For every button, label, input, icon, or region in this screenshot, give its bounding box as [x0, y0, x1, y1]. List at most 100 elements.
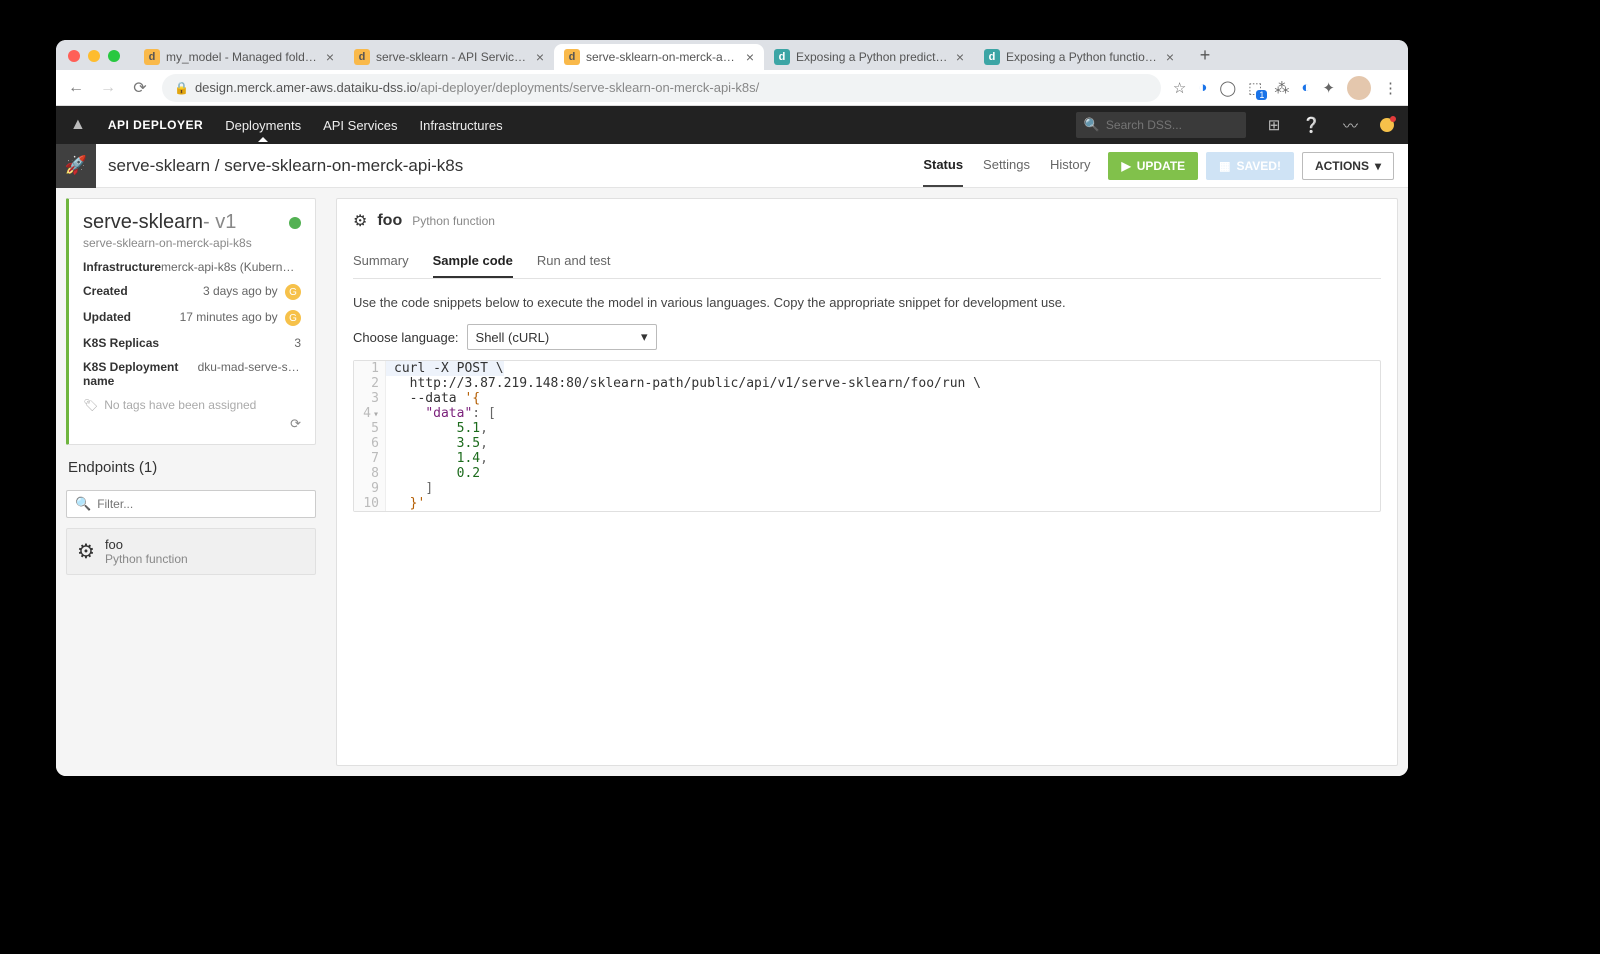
- saved-button: ▦SAVED!: [1206, 152, 1294, 180]
- line-number: 4▾: [354, 406, 386, 421]
- disk-icon: ▦: [1219, 159, 1230, 173]
- play-icon: ▶: [1121, 159, 1130, 173]
- meta-key: Created: [83, 284, 128, 300]
- reload-button[interactable]: ⟳: [130, 78, 150, 98]
- filter-input[interactable]: [97, 497, 307, 511]
- browser-menu-icon[interactable]: ⋮: [1383, 79, 1398, 97]
- notification-icon[interactable]: [1380, 118, 1394, 132]
- code-line[interactable]: 10 }': [354, 496, 1380, 511]
- page-tab-history[interactable]: History: [1050, 144, 1090, 187]
- help-icon[interactable]: ❔: [1302, 116, 1321, 134]
- favicon: d: [354, 49, 370, 65]
- tab-label: serve-sklearn-on-merck-api-k: [586, 50, 740, 64]
- line-content: "data": [: [386, 406, 496, 421]
- browser-tab[interactable]: dExposing a Python prediction m×: [764, 44, 974, 70]
- code-line[interactable]: 2 http://3.87.219.148:80/sklearn-path/pu…: [354, 376, 1380, 391]
- actions-menu[interactable]: ACTIONS▾: [1302, 152, 1394, 180]
- tab-sample-code[interactable]: Sample code: [433, 245, 513, 278]
- line-content: --data '{: [386, 391, 480, 406]
- code-line[interactable]: 1curl -X POST \: [354, 361, 1380, 376]
- extension-icon-3[interactable]: ⁂: [1274, 79, 1289, 97]
- code-line[interactable]: 4▾ "data": [: [354, 406, 1380, 421]
- logo-icon[interactable]: ▲: [70, 116, 86, 134]
- tab-run-and-test[interactable]: Run and test: [537, 245, 611, 278]
- meta-key: Infrastructure: [83, 260, 161, 274]
- code-line[interactable]: 8 0.2: [354, 466, 1380, 481]
- favicon: d: [144, 49, 160, 65]
- card-title: serve-sklearn - v1: [83, 211, 301, 234]
- code-line[interactable]: 9 ]: [354, 481, 1380, 496]
- page-tab-status[interactable]: Status: [923, 144, 963, 187]
- extension-icon-2[interactable]: ⬚1: [1248, 79, 1262, 97]
- nav-deployments[interactable]: Deployments: [225, 118, 301, 133]
- extensions-menu-icon[interactable]: ✦: [1322, 79, 1335, 97]
- browser-tab[interactable]: dserve-sklearn - API Service | D×: [344, 44, 554, 70]
- line-number: 2: [354, 376, 386, 391]
- chevron-down-icon: ▾: [641, 329, 648, 345]
- close-tab-icon[interactable]: ×: [1166, 50, 1174, 64]
- endpoint-title: ⚙ foo Python function: [353, 211, 1381, 231]
- close-tab-icon[interactable]: ×: [956, 50, 964, 64]
- breadcrumb: serve-sklearn / serve-sklearn-on-merck-a…: [96, 156, 923, 176]
- search-input[interactable]: [1106, 118, 1238, 132]
- endpoint-filter[interactable]: 🔍: [66, 490, 316, 518]
- code-line[interactable]: 3 --data '{: [354, 391, 1380, 406]
- line-content: 1.4,: [386, 451, 488, 466]
- extension-icon-4[interactable]: ◐: [1301, 79, 1310, 96]
- line-number: 7: [354, 451, 386, 466]
- update-button[interactable]: ▶UPDATE: [1108, 152, 1198, 180]
- meta-value: 3 days ago by G: [203, 284, 301, 300]
- search-box[interactable]: 🔍: [1076, 112, 1246, 138]
- user-avatar-icon: G: [285, 284, 301, 300]
- maximize-window-icon[interactable]: [108, 50, 120, 62]
- activity-icon[interactable]: 〰: [1343, 115, 1358, 136]
- code-line[interactable]: 7 1.4,: [354, 451, 1380, 466]
- page-tab-settings[interactable]: Settings: [983, 144, 1030, 187]
- user-avatar-icon: G: [285, 310, 301, 326]
- endpoint-item[interactable]: ⚙fooPython function: [66, 528, 316, 575]
- left-column: serve-sklearn - v1 serve-sklearn-on-merc…: [56, 188, 326, 776]
- onepassword-icon[interactable]: ◑: [1198, 79, 1207, 96]
- meta-key: K8S Deployment name: [83, 360, 198, 388]
- description-text: Use the code snippets below to execute t…: [353, 295, 1381, 310]
- meta-row: Created 3 days ago by G: [83, 284, 301, 300]
- code-line[interactable]: 6 3.5,: [354, 436, 1380, 451]
- meta-value: 17 minutes ago by G: [180, 310, 301, 326]
- search-icon: 🔍: [1084, 117, 1100, 133]
- endpoint-type: Python function: [105, 552, 188, 566]
- minimize-window-icon[interactable]: [88, 50, 100, 62]
- close-tab-icon[interactable]: ×: [746, 50, 754, 64]
- tags-row[interactable]: 🏷 No tags have been assigned: [83, 398, 301, 412]
- browser-tab[interactable]: d serve-sklearn-on-merck-api-k ×: [554, 44, 764, 70]
- line-content: 3.5,: [386, 436, 488, 451]
- close-tab-icon[interactable]: ×: [536, 50, 544, 64]
- code-line[interactable]: 5 5.1,: [354, 421, 1380, 436]
- extension-icon-1[interactable]: ◯: [1219, 79, 1236, 97]
- apps-icon[interactable]: ⊞: [1268, 116, 1281, 134]
- code-editor[interactable]: 1curl -X POST \2 http://3.87.219.148:80/…: [353, 360, 1381, 512]
- profile-avatar[interactable]: [1347, 76, 1371, 100]
- close-window-icon[interactable]: [68, 50, 80, 62]
- refresh-button[interactable]: ⟳: [83, 416, 301, 432]
- meta-row: K8S Deployment namedku-mad-serve-skle…: [83, 360, 301, 388]
- line-number: 1: [354, 361, 386, 376]
- browser-tab[interactable]: dmy_model - Managed folder | D×: [134, 44, 344, 70]
- tab-summary[interactable]: Summary: [353, 245, 409, 278]
- close-tab-icon[interactable]: ×: [326, 50, 334, 64]
- back-button[interactable]: ←: [66, 79, 86, 97]
- language-select[interactable]: Shell (cURL) ▾: [467, 324, 657, 350]
- line-number: 5: [354, 421, 386, 436]
- browser-tab[interactable]: dExposing a Python function —×: [974, 44, 1184, 70]
- nav-api-services[interactable]: API Services: [323, 118, 397, 133]
- meta-row: Infrastructuremerck-api-k8s (Kubernetes): [83, 260, 301, 274]
- app-header: ▲ API DEPLOYER DeploymentsAPI ServicesIn…: [56, 106, 1408, 144]
- rocket-icon[interactable]: 🚀: [56, 144, 96, 188]
- search-icon: 🔍: [75, 496, 91, 512]
- nav-infrastructures[interactable]: Infrastructures: [420, 118, 503, 133]
- url-field[interactable]: 🔒 design.merck.amer-aws.dataiku-dss.io/a…: [162, 74, 1161, 102]
- favicon: d: [564, 49, 580, 65]
- star-icon[interactable]: ☆: [1173, 79, 1186, 97]
- new-tab-button[interactable]: +: [1192, 45, 1218, 70]
- forward-button[interactable]: →: [98, 79, 118, 97]
- lock-icon: 🔒: [174, 81, 189, 95]
